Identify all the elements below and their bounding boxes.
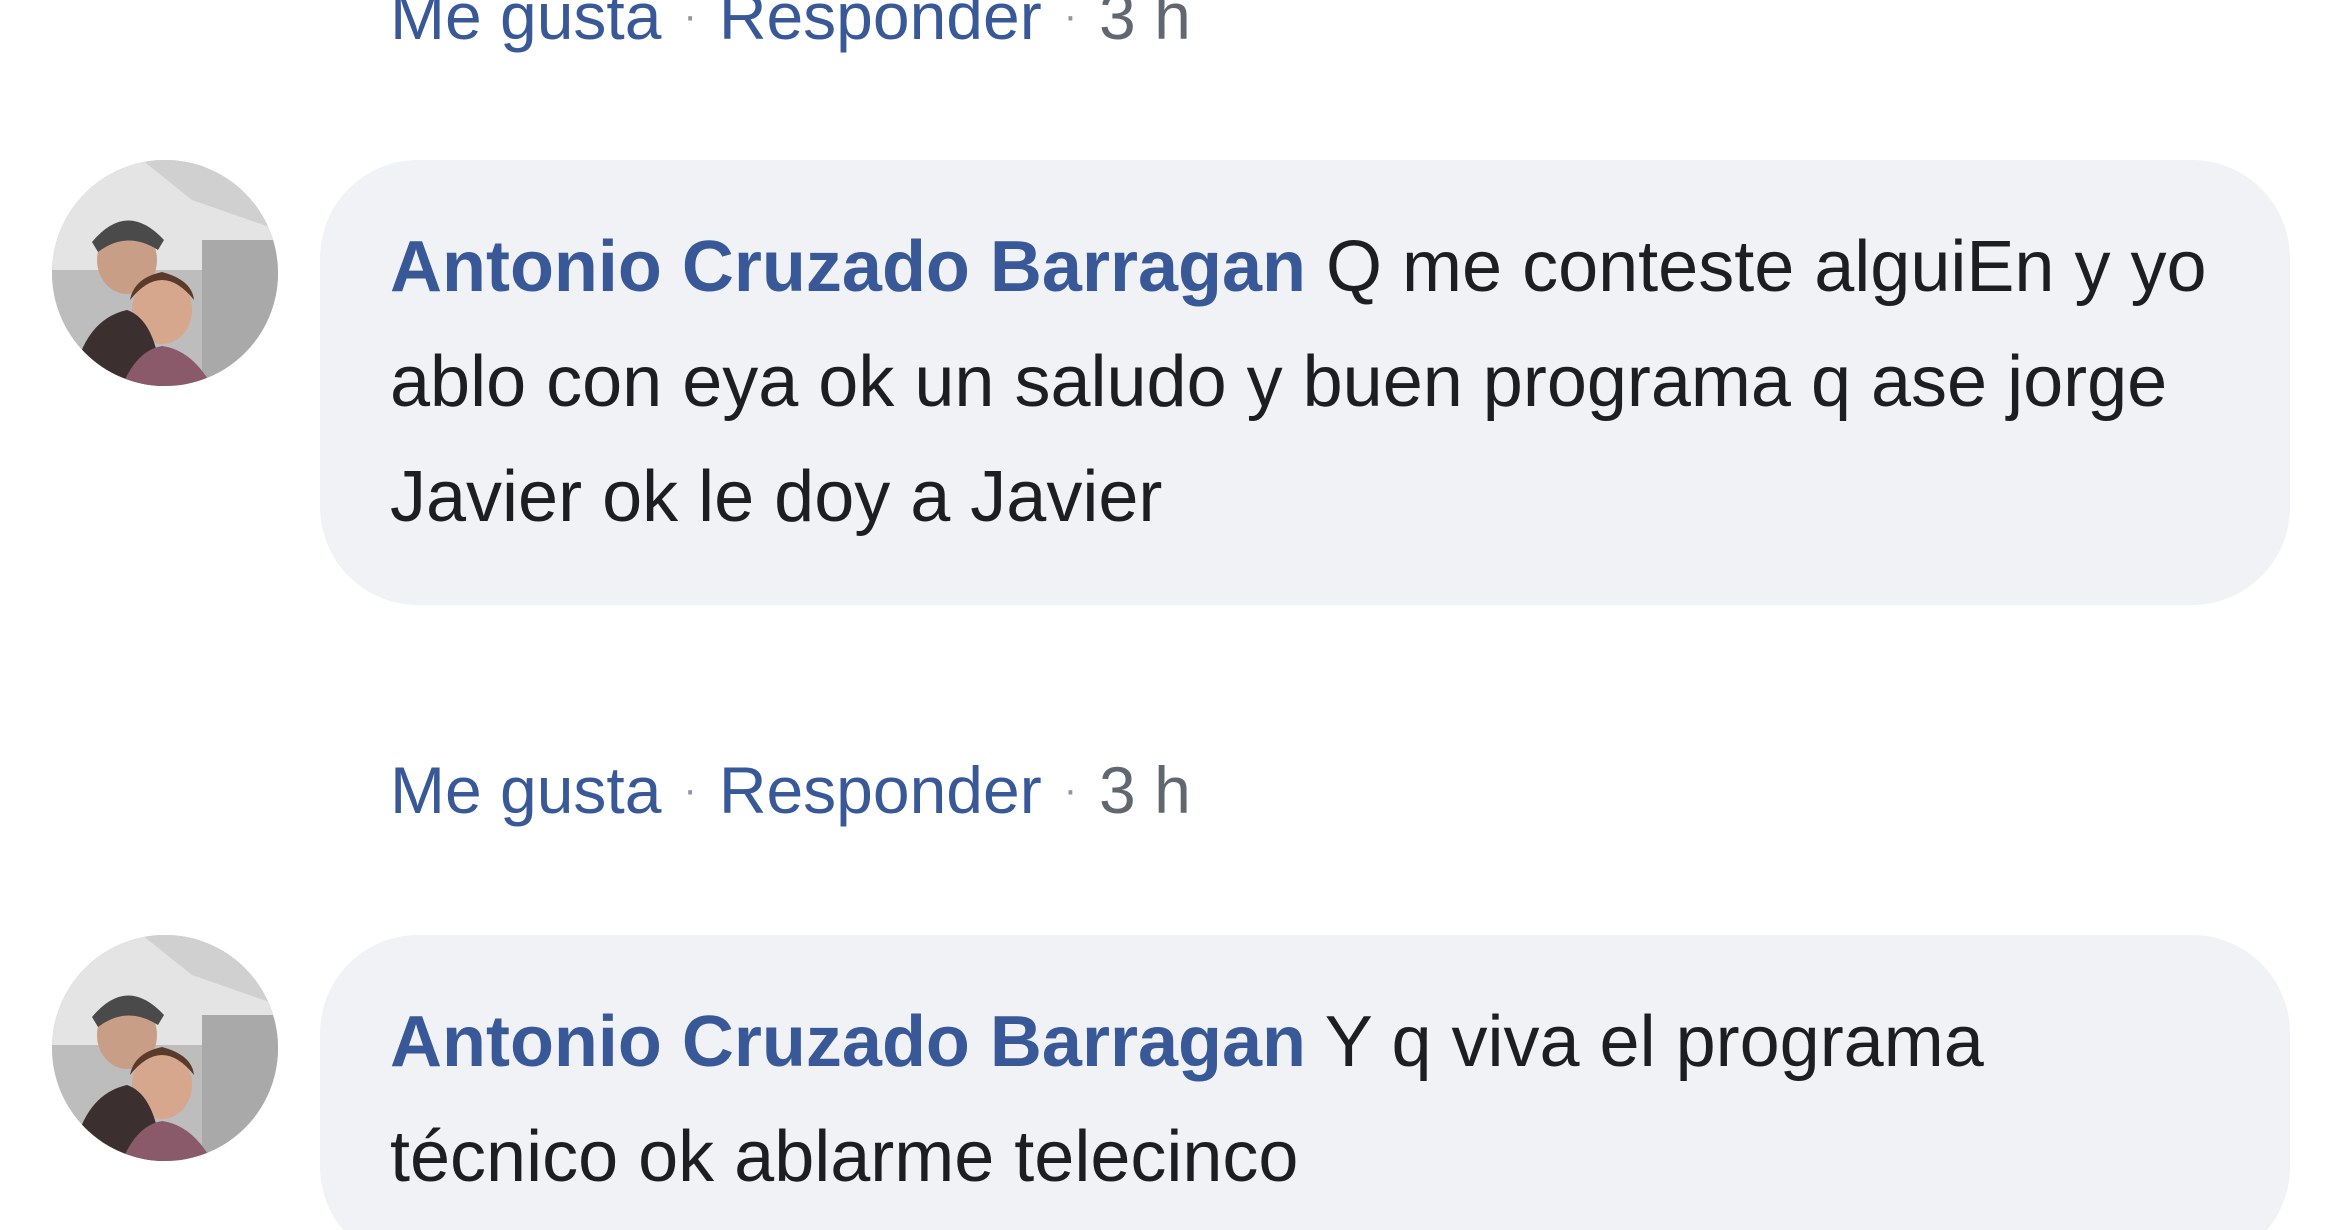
comment-actions: Me gusta · Responder · 3 h (390, 750, 1191, 836)
reply-link[interactable]: Responder (719, 753, 1042, 827)
comment-bubble: Antonio Cruzado Barragan Y q viva el pro… (320, 935, 2290, 1230)
comment-author[interactable]: Antonio Cruzado Barragan (390, 227, 1306, 307)
comment-timestamp[interactable]: 3 h (1099, 0, 1191, 53)
separator-dot: · (683, 0, 697, 38)
comments-thread: Me gusta · Responder · 3 h Antonio Cruzado B… (0, 0, 2350, 1230)
reply-link[interactable]: Responder (719, 0, 1042, 53)
like-link[interactable]: Me gusta (390, 0, 661, 53)
user-photo-icon (52, 160, 278, 386)
comment-actions-previous: Me gusta · Responder · 3 h (390, 0, 1191, 62)
avatar[interactable] (52, 160, 278, 386)
like-link[interactable]: Me gusta (390, 753, 661, 827)
comment-timestamp[interactable]: 3 h (1099, 753, 1191, 827)
user-photo-icon (52, 935, 278, 1161)
separator-dot: · (683, 767, 697, 812)
avatar[interactable] (52, 935, 278, 1161)
separator-dot: · (1063, 767, 1078, 812)
comment-author[interactable]: Antonio Cruzado Barragan (390, 1002, 1306, 1082)
separator-dot: · (1063, 0, 1078, 38)
comment-bubble: Antonio Cruzado Barragan Q me conteste a… (320, 160, 2290, 605)
